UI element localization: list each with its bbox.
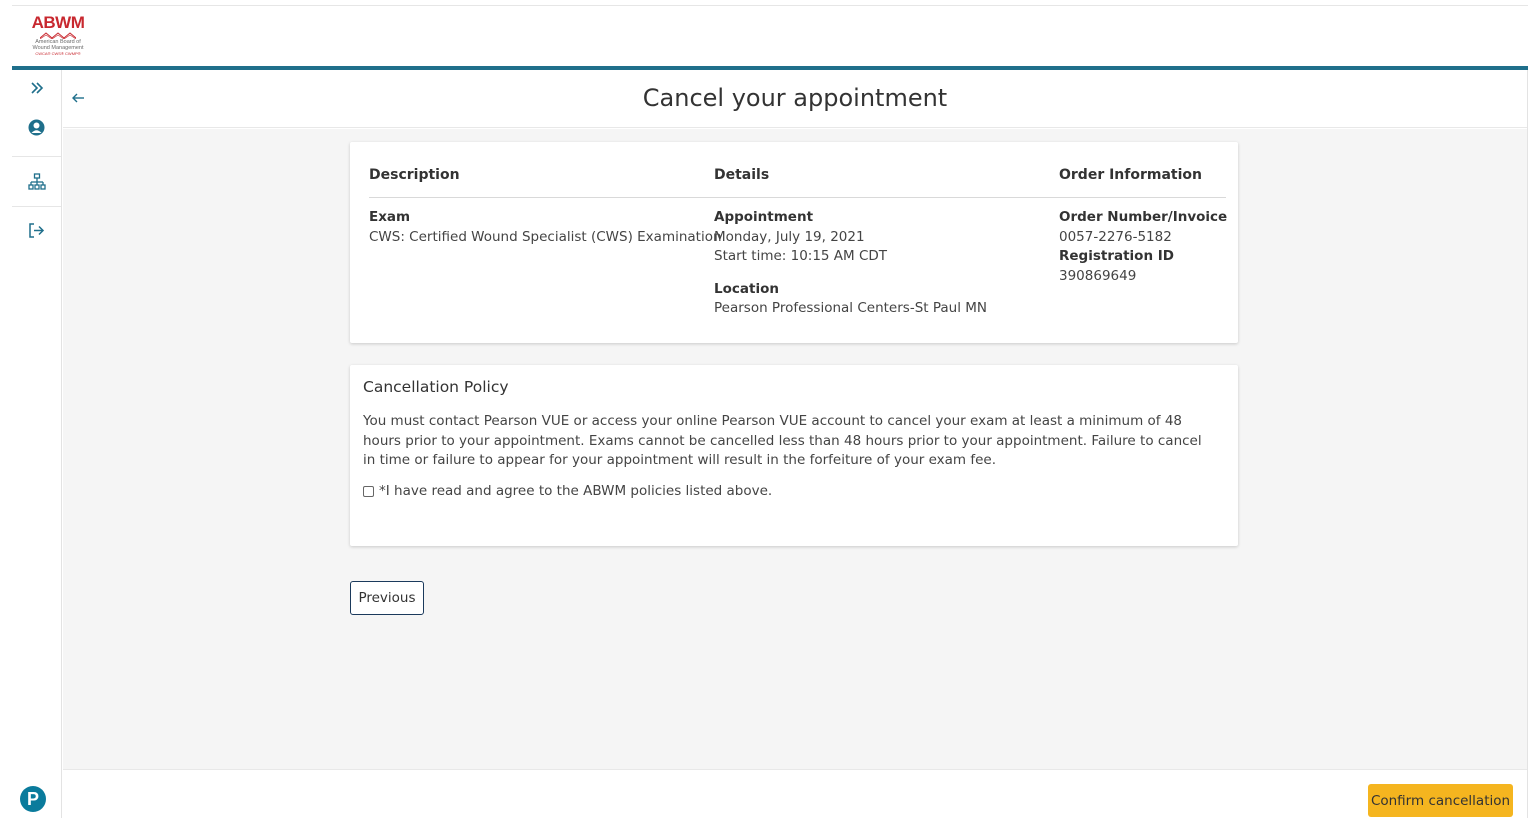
sidebar-item-profile[interactable] (12, 112, 61, 142)
sidebar-item-sitemap[interactable] (12, 167, 61, 197)
logo-tagline: CWCA® CWS® CWMP® (35, 51, 81, 56)
double-chevron-right-icon (30, 82, 43, 94)
confirm-cancellation-button[interactable]: Confirm cancellation (1368, 784, 1513, 817)
title-bar: Cancel your appointment (63, 70, 1527, 128)
appointment-cell: Appointment Monday, July 19, 2021 Start … (714, 208, 987, 319)
policy-text: You must contact Pearson VUE or access y… (363, 413, 1202, 468)
sitemap-icon (27, 173, 46, 190)
agree-checkbox-row[interactable]: *I have read and agree to the ABWM polic… (363, 483, 772, 499)
column-header-order: Order Information (1059, 167, 1203, 183)
exam-label: Exam (369, 209, 411, 225)
location-label: Location (714, 280, 779, 297)
appointment-summary-card: Description Details Order Information Ex… (350, 142, 1238, 343)
header-divider (369, 197, 1226, 198)
logo-text: ABWM (31, 13, 85, 32)
location-value: Pearson Professional Centers-St Paul MN (714, 300, 987, 316)
page-title: Cancel your appointment (642, 84, 948, 112)
order-cell: Order Number/Invoice 0057-2276-5182 Regi… (1059, 208, 1227, 286)
column-header-description: Description (369, 167, 460, 183)
header: ABWM American Board of Wound Management … (12, 5, 1528, 66)
agree-checkbox[interactable] (363, 485, 374, 497)
main-content: Description Details Order Information Ex… (63, 129, 1527, 769)
user-circle-icon (28, 119, 45, 135)
previous-button[interactable]: Previous (350, 581, 424, 615)
order-value: 0057-2276-5182 (1059, 228, 1172, 245)
pearson-logo: P (20, 786, 46, 812)
registration-label: Registration ID (1059, 248, 1174, 264)
sidebar-expand-button[interactable] (12, 73, 61, 103)
registration-value: 390869649 (1059, 267, 1137, 284)
sign-out-icon (29, 222, 45, 238)
sidebar-item-sign-out[interactable] (12, 215, 61, 245)
logo-waves-icon (40, 32, 76, 39)
exam-value: CWS: Certified Wound Specialist (CWS) Ex… (369, 228, 722, 245)
sidebar-divider (12, 156, 61, 157)
order-label: Order Number/Invoice (1059, 209, 1228, 225)
column-header-details: Details (714, 167, 770, 183)
sidebar: P (12, 70, 62, 818)
abwm-logo[interactable]: ABWM American Board of Wound Management … (26, 14, 90, 70)
appointment-label: Appointment (714, 209, 814, 225)
exam-cell: Exam CWS: Certified Wound Specialist (CW… (369, 208, 722, 247)
policy-title: Cancellation Policy (363, 378, 509, 396)
footer: Confirm cancellation (63, 769, 1527, 818)
appointment-time: Start time: 10:15 AM CDT (714, 248, 888, 264)
sidebar-divider (12, 206, 61, 207)
agree-label: *I have read and agree to the ABWM polic… (379, 483, 773, 499)
cancellation-policy-card: Cancellation Policy You must contact Pea… (350, 365, 1238, 546)
appointment-date: Monday, July 19, 2021 (714, 228, 865, 245)
